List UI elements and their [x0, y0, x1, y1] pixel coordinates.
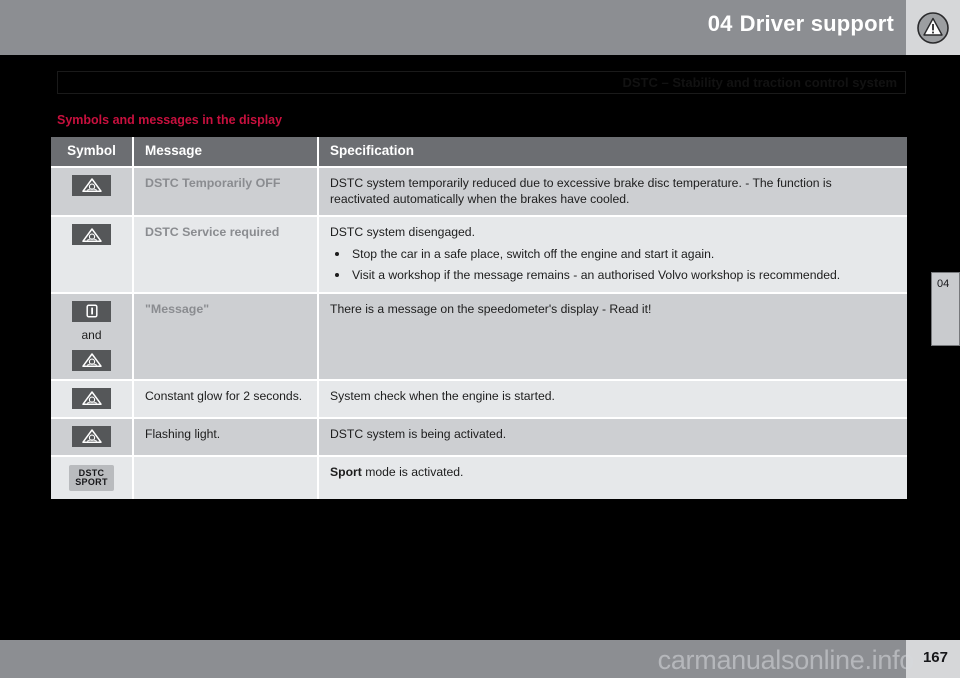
- dstc-warning-triangle-icon: [72, 224, 111, 245]
- symbols-messages-table: Symbol Message Specification DSTC Tempor…: [51, 137, 907, 500]
- row-message-cell: [134, 456, 319, 500]
- page-number: 167: [922, 649, 948, 666]
- chapter-tab-label: 04: [937, 278, 950, 290]
- dstc-warning-triangle-icon: [72, 425, 111, 447]
- table-row: and "Message" There is a message on the …: [51, 293, 907, 381]
- specification-text: Sport mode is activated.: [330, 464, 893, 480]
- header-title-text: Driver support: [739, 11, 894, 36]
- specification-text: DSTC system temporarily reduced due to e…: [330, 175, 832, 206]
- row-message-cell: DSTC Service required: [134, 217, 319, 292]
- row-specification-cell: There is a message on the speedometer's …: [319, 294, 907, 379]
- specification-text: DSTC system disengaged.: [330, 225, 475, 239]
- specification-text: System check when the engine is started.: [330, 388, 555, 403]
- running-head-rule: DSTC – Stability and traction control sy…: [57, 71, 906, 94]
- message-information-icon: [72, 300, 111, 322]
- row-message-cell: Constant glow for 2 seconds.: [134, 380, 319, 417]
- row-specification-cell: DSTC system temporarily reduced due to e…: [319, 168, 907, 215]
- dstc-sport-badge-icon: DSTC SPORT: [69, 465, 114, 492]
- column-header-specification: Specification: [330, 143, 415, 158]
- bullet-dot-icon: [335, 252, 339, 257]
- row-symbol-cell: DSTC SPORT: [51, 456, 134, 500]
- dstc-sport-line2: SPORT: [75, 477, 108, 488]
- row-specification-cell: System check when the engine is started.: [319, 381, 907, 417]
- specification-bullet-list: Stop the car in a safe place, switch off…: [330, 247, 893, 284]
- table-row: DSTC Service required DSTC system diseng…: [51, 217, 907, 294]
- list-item: Stop the car in a safe place, switch off…: [330, 247, 893, 263]
- table-row: Constant glow for 2 seconds. System chec…: [51, 380, 907, 419]
- row-message-cell: "Message": [134, 293, 319, 379]
- row-symbol-cell: [51, 217, 134, 292]
- chapter-tab: 04: [931, 272, 960, 346]
- row-specification-cell: Sport mode is activated.: [319, 457, 907, 499]
- list-item-text: Stop the car in a safe place, switch off…: [352, 247, 715, 262]
- row-specification-cell: DSTC system disengaged. Stop the car in …: [319, 217, 907, 292]
- header-icon-container: [906, 0, 960, 55]
- table-row: DSTC SPORT Sport mode is activated.: [51, 456, 907, 500]
- table-row: Flashing light. DSTC system is being act…: [51, 418, 907, 457]
- list-item-text: Visit a workshop if the message remains …: [352, 267, 841, 282]
- page-title: 04 Driver support: [708, 11, 894, 37]
- warning-triangle-circle-icon: [917, 11, 949, 44]
- specification-rest-text: mode is activated.: [361, 464, 464, 479]
- bullet-dot-icon: [335, 272, 339, 277]
- row-message-cell: Flashing light.: [134, 418, 319, 455]
- row-symbol-cell: [51, 167, 134, 215]
- table-row: DSTC Temporarily OFF DSTC system tempora…: [51, 167, 907, 217]
- page-number-box: 167: [906, 640, 960, 678]
- row-symbol-cell: and: [51, 293, 134, 379]
- running-head-text: DSTC – Stability and traction control sy…: [622, 75, 898, 90]
- page-header: 04 Driver support: [0, 0, 960, 55]
- symbol-and-separator: and: [81, 327, 102, 342]
- row-message-cell: DSTC Temporarily OFF: [134, 167, 319, 215]
- specification-bold-word: Sport: [330, 464, 362, 479]
- row-specification-cell: DSTC system is being activated.: [319, 419, 907, 455]
- row-symbol-cell: [51, 380, 134, 417]
- column-header-message: Message: [134, 137, 319, 166]
- specification-text: DSTC system is being activated.: [330, 426, 507, 441]
- section-heading: Symbols and messages in the display: [57, 113, 283, 127]
- table-header-row: Symbol Message Specification: [51, 137, 907, 168]
- specification-text: There is a message on the speedometer's …: [330, 301, 652, 316]
- row-symbol-cell: [51, 418, 134, 455]
- list-item: Visit a workshop if the message remains …: [330, 268, 893, 284]
- dstc-warning-triangle-icon: [72, 349, 111, 371]
- column-header-symbol: Symbol: [51, 137, 134, 166]
- header-chapter-number: 04: [707, 11, 733, 36]
- dstc-warning-triangle-icon: [72, 174, 111, 196]
- manual-page: 04 Driver support DSTC – Stability and tr…: [0, 0, 960, 678]
- watermark: carmanualsonline.info: [657, 645, 915, 675]
- dstc-warning-triangle-icon: [72, 387, 111, 409]
